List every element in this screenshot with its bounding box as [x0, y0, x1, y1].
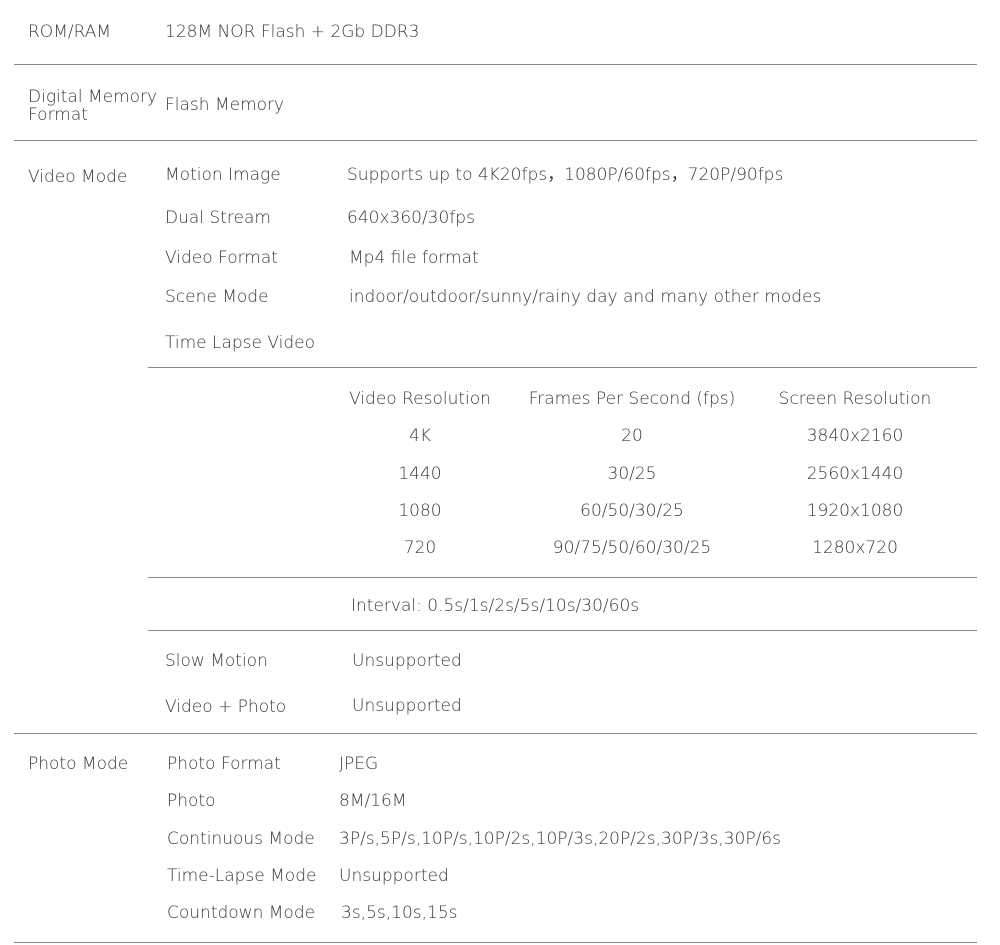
rom-ram-value: 128M NOR Flash + 2Gb DDR3 — [165, 22, 420, 42]
table-header-screen-resolution: Screen Resolution — [778, 389, 932, 409]
divider — [14, 64, 977, 65]
memory-format-label-line2: Format — [28, 105, 88, 125]
dual-stream-value: 640x360/30fps — [347, 208, 475, 228]
table-cell: 720 — [403, 538, 437, 558]
interval-text: Interval: 0.5s/1s/2s/5s/10s/30/60s — [351, 596, 640, 616]
video-photo-label: Video + Photo — [165, 697, 287, 717]
divider — [14, 140, 977, 141]
motion-image-label: Motion Image — [165, 165, 281, 185]
table-cell: 20 — [621, 426, 643, 446]
table-header-video-resolution: Video Resolution — [349, 389, 491, 409]
continuous-mode-label: Continuous Mode — [167, 829, 315, 849]
video-format-value: Mp4 file format — [349, 248, 479, 268]
photo-format-value: JPEG — [339, 754, 379, 774]
rom-ram-label: ROM/RAM — [28, 22, 112, 42]
time-lapse-video-label: Time Lapse Video — [165, 333, 316, 353]
divider — [14, 733, 977, 734]
video-mode-label: Video Mode — [28, 167, 128, 187]
table-cell: 1080 — [398, 501, 442, 521]
continuous-mode-value: 3P/s,5P/s,10P/s,10P/2s,10P/3s,20P/2s,30P… — [339, 829, 782, 849]
video-photo-value: Unsupported — [352, 696, 462, 716]
slow-motion-label: Slow Motion — [165, 651, 268, 671]
scene-mode-label: Scene Mode — [165, 287, 269, 307]
table-cell: 2560x1440 — [806, 464, 904, 484]
dual-stream-label: Dual Stream — [165, 208, 271, 228]
table-header-fps: Frames Per Second (fps) — [528, 389, 736, 409]
scene-mode-value: indoor/outdoor/sunny/rainy day and many … — [349, 287, 822, 307]
video-format-label: Video Format — [165, 248, 278, 268]
photo-format-label: Photo Format — [167, 754, 281, 774]
table-cell: 4K — [409, 426, 431, 446]
memory-format-label-line1: Digital Memory — [28, 87, 158, 107]
table-cell: 1280x720 — [812, 538, 898, 558]
time-lapse-mode-label: Time-Lapse Mode — [167, 866, 317, 886]
countdown-mode-label: Countdown Mode — [167, 903, 316, 923]
slow-motion-value: Unsupported — [352, 651, 462, 671]
table-cell: 30/25 — [607, 464, 657, 484]
table-cell: 1440 — [398, 464, 442, 484]
divider — [148, 367, 977, 368]
table-cell: 1920x1080 — [806, 501, 904, 521]
photo-mode-label: Photo Mode — [28, 754, 129, 774]
memory-format-value: Flash Memory — [165, 95, 285, 115]
divider — [148, 630, 977, 631]
divider — [14, 942, 977, 943]
table-cell: 3840x2160 — [806, 426, 904, 446]
photo-value: 8M/16M — [339, 791, 407, 811]
motion-image-value: Supports up to 4K20fps，1080P/60fps，720P/… — [347, 165, 784, 185]
table-cell: 60/50/30/25 — [580, 501, 684, 521]
divider — [148, 577, 977, 578]
photo-label: Photo — [167, 791, 216, 811]
table-cell: 90/75/50/60/30/25 — [552, 538, 712, 558]
countdown-mode-value: 3s,5s,10s,15s — [341, 903, 458, 923]
time-lapse-mode-value: Unsupported — [339, 866, 449, 886]
